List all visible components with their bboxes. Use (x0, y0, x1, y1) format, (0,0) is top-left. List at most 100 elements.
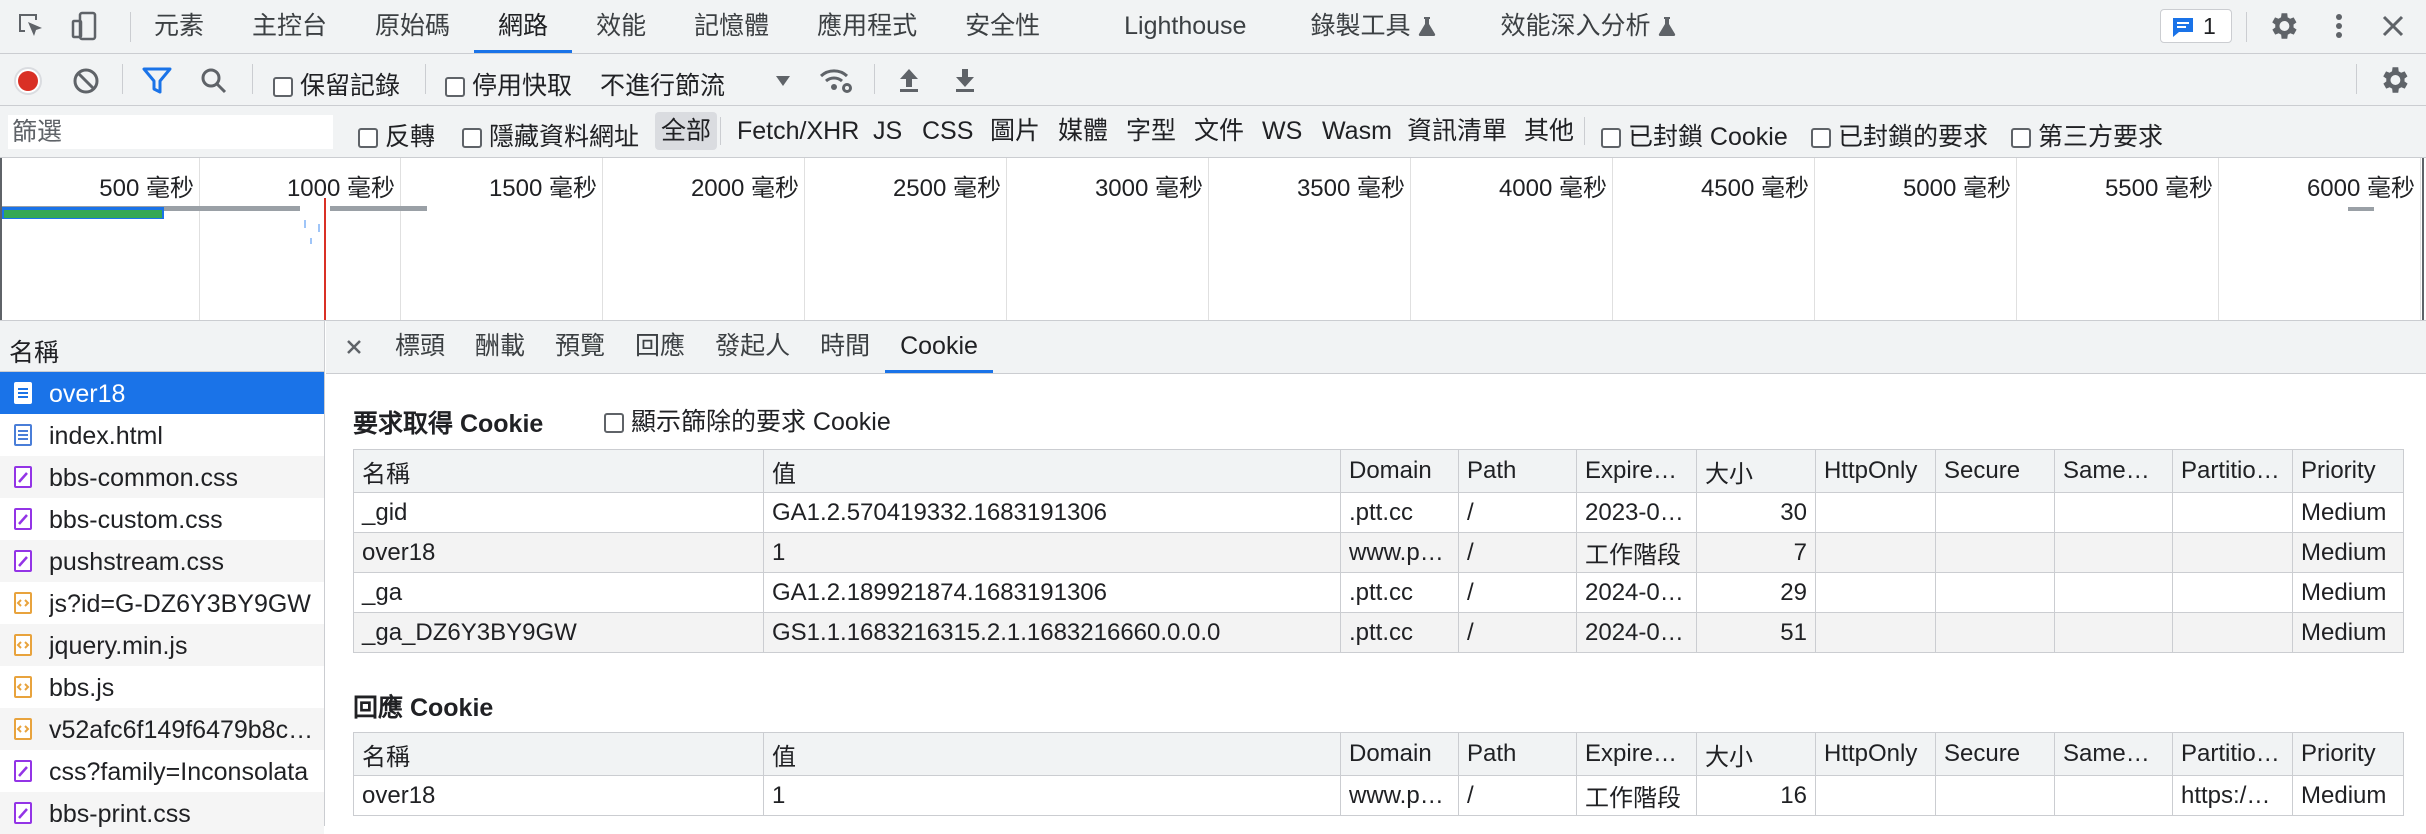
type-filter-ws[interactable]: WS (1256, 112, 1308, 150)
column-header[interactable]: Secure (1935, 449, 2055, 493)
tab-performance[interactable]: 效能 (572, 0, 670, 53)
tab-headers[interactable]: 標頭 (380, 321, 460, 373)
column-header[interactable]: HttpOnly (1815, 732, 1936, 776)
blocked-cookies-checkbox[interactable]: 已封鎖 Cookie (1601, 117, 1788, 153)
request-row[interactable]: index.html (0, 414, 324, 456)
type-filter-css[interactable]: CSS (916, 112, 979, 150)
type-filter-fetch-xhr[interactable]: Fetch/XHR (731, 112, 865, 150)
network-settings-gear-icon[interactable] (2377, 63, 2411, 97)
column-header[interactable]: Priority (2292, 449, 2404, 493)
column-header[interactable]: Priority (2292, 732, 2404, 776)
request-row[interactable]: bbs.js (0, 666, 324, 708)
tab-console[interactable]: 主控台 (228, 0, 351, 53)
tab-cookies[interactable]: Cookie (885, 321, 993, 373)
filter-funnel-icon[interactable] (142, 67, 172, 95)
network-conditions-icon[interactable] (818, 65, 854, 95)
column-header[interactable]: Expire… (1576, 732, 1697, 776)
table-row[interactable]: _ga GA1.2.189921874.1683191306 .ptt.cc /… (353, 572, 2404, 613)
column-header[interactable]: 名稱 (353, 449, 764, 493)
tab-network[interactable]: 網路 (474, 0, 573, 53)
column-header[interactable]: HttpOnly (1815, 449, 1936, 493)
tab-performance-insights[interactable]: 效能深入分析 (1476, 0, 1700, 53)
device-toolbar-icon[interactable] (68, 9, 102, 43)
close-devtools-icon[interactable] (2376, 9, 2410, 43)
clear-icon[interactable] (71, 66, 101, 96)
type-filter-manifest[interactable]: 資訊清單 (1401, 112, 1513, 150)
column-header[interactable]: Path (1458, 449, 1577, 493)
request-row[interactable]: bbs-custom.css (0, 498, 324, 540)
table-row[interactable]: over18 1 www.p… / 工作階段 7 Medium (353, 532, 2404, 573)
column-header[interactable]: 值 (763, 449, 1341, 493)
search-icon[interactable] (200, 67, 228, 95)
tab-lighthouse[interactable]: Lighthouse (1100, 0, 1286, 53)
type-filter-img[interactable]: 圖片 (984, 112, 1046, 150)
blocked-requests-checkbox[interactable]: 已封鎖的要求 (1811, 117, 1988, 153)
type-filter-js[interactable]: JS (867, 112, 908, 150)
table-row[interactable]: _gid GA1.2.570419332.1683191306 .ptt.cc … (353, 492, 2404, 533)
name-column-header[interactable]: 名稱 (0, 321, 324, 372)
tab-security[interactable]: 安全性 (941, 0, 1100, 53)
tab-memory[interactable]: 記憶體 (670, 0, 793, 53)
inspect-element-icon[interactable] (14, 9, 48, 43)
overview-right-handle[interactable] (2422, 158, 2424, 320)
column-header[interactable]: 值 (763, 732, 1341, 776)
throttling-select[interactable]: 不進行節流 (600, 66, 795, 102)
close-details-icon[interactable] (344, 332, 364, 360)
request-row[interactable]: bbs-print.css (0, 792, 324, 834)
tab-sources[interactable]: 原始碼 (351, 0, 474, 53)
invert-checkbox[interactable]: 反轉 (358, 117, 435, 153)
preserve-log-checkbox[interactable]: 保留記錄 (273, 66, 400, 102)
overview-left-handle[interactable] (0, 158, 2, 320)
third-party-checkbox[interactable]: 第三方要求 (2011, 117, 2163, 153)
request-row[interactable]: jquery.min.js (0, 624, 324, 666)
type-filter-all[interactable]: 全部 (655, 112, 718, 150)
response-cookies-title: 回應 Cookie (353, 694, 494, 722)
tab-application[interactable]: 應用程式 (793, 0, 941, 53)
column-header[interactable]: 大小 (1696, 732, 1816, 776)
column-header[interactable]: Path (1458, 732, 1577, 776)
column-header[interactable]: Domain (1340, 449, 1459, 493)
request-row[interactable]: v52afc6f149f6479b8c… (0, 708, 324, 750)
column-header[interactable]: Domain (1340, 732, 1459, 776)
disable-cache-checkbox[interactable]: 停用快取 (445, 66, 572, 102)
tab-elements[interactable]: 元素 (130, 0, 228, 53)
column-header[interactable]: Expire… (1576, 449, 1697, 493)
request-row[interactable]: over18 (0, 372, 324, 414)
network-overview[interactable]: 500 毫秒 1000 毫秒 1500 毫秒 2000 毫秒 2500 毫秒 3… (0, 158, 2426, 321)
request-row[interactable]: js?id=G-DZ6Y3BY9GW (0, 582, 324, 624)
settings-gear-icon[interactable] (2266, 9, 2300, 43)
more-options-icon[interactable] (2322, 9, 2356, 43)
column-header[interactable]: 大小 (1696, 449, 1816, 493)
column-header[interactable]: Partitio… (2172, 732, 2293, 776)
issues-badge[interactable]: 1 (2160, 9, 2232, 43)
tab-preview[interactable]: 預覽 (540, 321, 620, 373)
type-filter-wasm[interactable]: Wasm (1316, 112, 1398, 150)
column-header[interactable]: Secure (1935, 732, 2055, 776)
column-header[interactable]: Partitio… (2172, 449, 2293, 493)
column-header[interactable]: Same… (2054, 449, 2173, 493)
request-row[interactable]: pushstream.css (0, 540, 324, 582)
record-button[interactable] (13, 66, 43, 96)
filter-input[interactable] (8, 115, 333, 149)
tab-payload[interactable]: 酬載 (460, 321, 540, 373)
stylesheet-file-icon (14, 550, 32, 572)
column-header[interactable]: Same… (2054, 732, 2173, 776)
export-har-icon[interactable] (951, 66, 979, 94)
type-filter-font[interactable]: 字型 (1120, 112, 1182, 150)
tab-response[interactable]: 回應 (620, 321, 700, 373)
type-filter-media[interactable]: 媒體 (1052, 112, 1114, 150)
import-har-icon[interactable] (895, 66, 923, 94)
table-row[interactable]: over18 1 www.p… / 工作階段 16 https:/… Mediu… (353, 775, 2404, 816)
table-row[interactable]: _ga_DZ6Y3BY9GW GS1.1.1683216315.2.1.1683… (353, 612, 2404, 653)
type-filter-doc[interactable]: 文件 (1188, 112, 1250, 150)
type-filter-other[interactable]: 其他 (1518, 112, 1580, 150)
hide-data-urls-checkbox[interactable]: 隱藏資料網址 (462, 117, 639, 153)
tab-recorder[interactable]: 錄製工具 (1286, 0, 1476, 53)
request-row[interactable]: bbs-common.css (0, 456, 324, 498)
tab-initiator[interactable]: 發起人 (700, 321, 805, 373)
tab-timing[interactable]: 時間 (805, 321, 885, 373)
request-row[interactable]: css?family=Inconsolata (0, 750, 324, 792)
checkbox-box (604, 413, 624, 433)
show-filtered-cookies-checkbox[interactable]: 顯示篩除的要求 Cookie (604, 402, 891, 438)
column-header[interactable]: 名稱 (353, 732, 764, 776)
